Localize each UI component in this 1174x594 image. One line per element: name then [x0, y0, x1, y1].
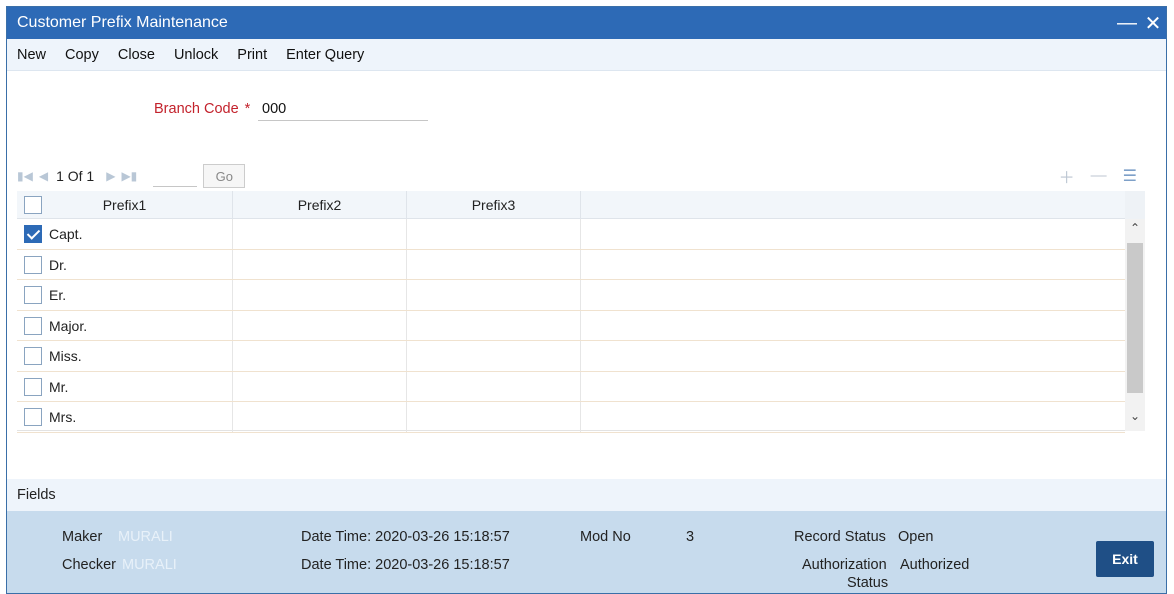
mod-no-label: Mod No: [580, 529, 631, 545]
next-page-icon[interactable]: ▶: [106, 169, 115, 183]
table-row[interactable]: Mrs.: [17, 402, 1125, 433]
cell-prefix2[interactable]: [233, 310, 407, 340]
checker-value: MURALI: [122, 557, 177, 573]
table-row[interactable]: Miss.: [17, 341, 1125, 372]
customer-prefix-window: Customer Prefix Maintenance — ✕ New Copy…: [6, 6, 1167, 594]
row-checkbox[interactable]: [24, 347, 42, 365]
branch-code-row: Branch Code *: [7, 95, 1166, 121]
window-title: Customer Prefix Maintenance: [17, 14, 228, 31]
grid-tools: ＋ — ☰: [1043, 164, 1137, 188]
cell-prefix3[interactable]: [407, 280, 581, 310]
cell-prefix2[interactable]: [233, 402, 407, 432]
authorization-status-label: Authorization: [802, 557, 887, 573]
new-button[interactable]: New: [17, 47, 46, 63]
page-number-input[interactable]: [153, 165, 198, 187]
unlock-button[interactable]: Unlock: [174, 47, 218, 63]
cell-prefix1[interactable]: Er.: [43, 280, 233, 310]
minimize-icon[interactable]: —: [1114, 7, 1140, 39]
cell-prefix1[interactable]: Mr.: [43, 371, 233, 401]
required-mark: *: [244, 101, 251, 117]
cell-prefix3[interactable]: [407, 371, 581, 401]
row-checkbox[interactable]: [24, 225, 42, 243]
cell-prefix1[interactable]: Dr.: [43, 249, 233, 279]
checker-label: Checker: [62, 557, 116, 573]
add-row-icon[interactable]: ＋: [1059, 164, 1075, 188]
branch-code-label: Branch Code *: [154, 101, 250, 117]
cell-prefix1[interactable]: Capt.: [43, 219, 233, 249]
cell-prefix2[interactable]: [233, 249, 407, 279]
cell-prefix3[interactable]: [407, 402, 581, 432]
cell-prefix1[interactable]: Major.: [43, 310, 233, 340]
header-prefix1: Prefix1: [17, 191, 233, 219]
columns-icon[interactable]: ☰: [1123, 166, 1137, 186]
cell-prefix2[interactable]: [233, 371, 407, 401]
last-page-icon[interactable]: ▶▮: [121, 169, 137, 183]
copy-button[interactable]: Copy: [65, 47, 99, 63]
scrollbar-header-pad: [1125, 191, 1145, 219]
maker-datetime: Date Time: 2020-03-26 15:18:57: [301, 529, 510, 545]
cell-prefix3[interactable]: [407, 341, 581, 371]
authorization-status-label-line2: Status: [847, 575, 889, 591]
table-row[interactable]: Capt.: [17, 219, 1125, 250]
exit-button[interactable]: Exit: [1096, 541, 1154, 577]
maker-value: MURALI: [118, 529, 173, 545]
checker-datetime: Date Time: 2020-03-26 15:18:57: [301, 557, 510, 573]
close-button[interactable]: Close: [118, 47, 155, 63]
row-checkbox[interactable]: [24, 408, 42, 426]
scroll-thumb[interactable]: [1127, 243, 1143, 393]
record-status-label: Record Status: [794, 529, 886, 545]
title-bar: Customer Prefix Maintenance — ✕: [7, 7, 1166, 39]
scroll-up-icon[interactable]: ⌃: [1125, 221, 1145, 241]
table-row[interactable]: Er.: [17, 280, 1125, 311]
row-checkbox[interactable]: [24, 255, 42, 274]
print-button[interactable]: Print: [237, 47, 267, 63]
first-page-icon[interactable]: ▮◀: [17, 169, 33, 183]
go-button[interactable]: Go: [203, 164, 246, 188]
cell-prefix3[interactable]: [407, 310, 581, 340]
cell-prefix3[interactable]: [407, 219, 581, 249]
row-checkbox[interactable]: [24, 377, 42, 396]
cell-prefix3[interactable]: [407, 249, 581, 279]
row-checkbox[interactable]: [24, 286, 42, 304]
previous-page-icon[interactable]: ◀: [39, 169, 48, 183]
table-row[interactable]: Mr.: [17, 371, 1125, 402]
cell-prefix2[interactable]: [233, 280, 407, 310]
fields-bar[interactable]: Fields: [7, 479, 1166, 511]
delete-row-icon[interactable]: —: [1091, 167, 1107, 185]
cell-prefix2[interactable]: [233, 341, 407, 371]
mod-no-value: 3: [686, 529, 695, 545]
page-indicator: 1 Of 1: [56, 168, 95, 184]
branch-code-input[interactable]: [258, 97, 428, 121]
header-prefix3: Prefix3: [407, 191, 581, 219]
cell-prefix2[interactable]: [233, 219, 407, 249]
toolbar: New Copy Close Unlock Print Enter Query: [7, 39, 1166, 71]
grid-header: Prefix1 Prefix2 Prefix3: [17, 191, 1125, 219]
header-prefix2: Prefix2: [233, 191, 407, 219]
close-icon[interactable]: ✕: [1140, 7, 1166, 39]
cell-prefix1[interactable]: Miss.: [43, 341, 233, 371]
enter-query-button[interactable]: Enter Query: [286, 47, 364, 63]
vertical-scrollbar[interactable]: ⌃ ⌄: [1125, 191, 1145, 431]
audit-footer: Maker MURALI Checker MURALI Date Time: 2…: [7, 511, 1166, 593]
prefix-grid: Prefix1 Prefix2 Prefix3 Capt. Dr. Er. Major…: [17, 191, 1145, 433]
table-row[interactable]: Major.: [17, 310, 1125, 341]
table-row[interactable]: Dr.: [17, 249, 1125, 280]
cell-prefix1[interactable]: Mrs.: [43, 402, 233, 432]
maker-label: Maker: [62, 529, 103, 545]
authorization-status-value: Authorized: [900, 557, 970, 573]
branch-code-label-text: Branch Code: [154, 101, 239, 117]
grid-body: Capt. Dr. Er. Major. Miss. Mr. Mrs.: [17, 219, 1125, 433]
pagination-bar: ▮◀ ◀ 1 Of 1 ▶ ▶▮ Go ＋ — ☰: [17, 163, 1137, 189]
record-status-value: Open: [898, 529, 934, 545]
row-checkbox[interactable]: [24, 316, 42, 335]
scroll-down-icon[interactable]: ⌄: [1125, 409, 1145, 429]
